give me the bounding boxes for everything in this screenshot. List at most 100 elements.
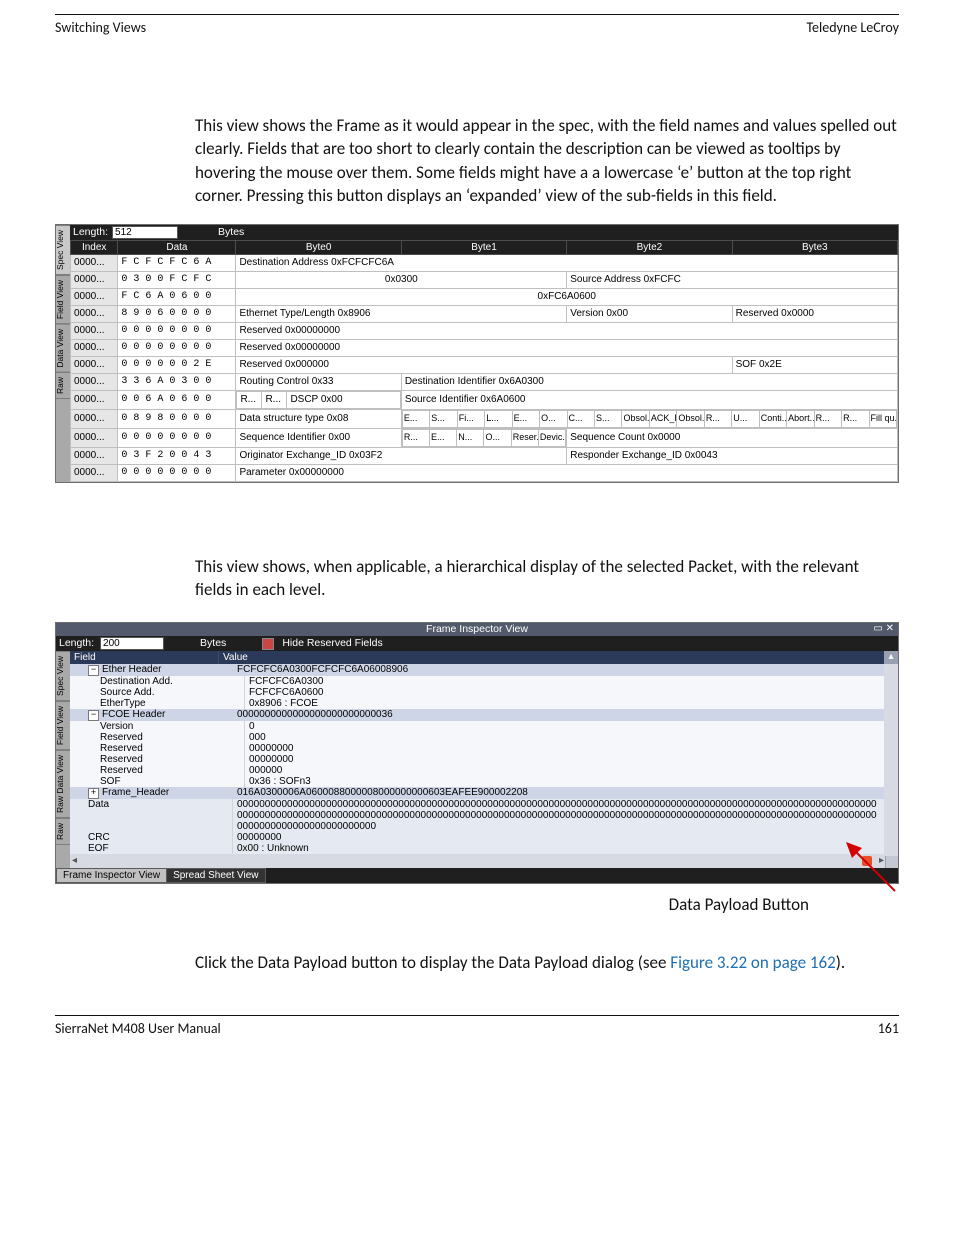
length-input[interactable]: 200 — [100, 637, 164, 650]
tree-value: 0000000000000000000000000000000000000000… — [233, 799, 884, 832]
tree-row[interactable]: +Frame_Header016A0300006A060008800000800… — [70, 787, 898, 799]
table-cell: 0 0 0 0 0 0 2 E — [118, 356, 236, 373]
col-byte0: Byte0 — [236, 240, 401, 254]
tree-row[interactable]: Reserved000000 — [70, 765, 898, 776]
table-cell: 0000... — [71, 271, 118, 288]
tab-frame-inspector-view[interactable]: Frame Inspector View — [56, 868, 167, 883]
maximize-icon[interactable]: ▭ — [873, 623, 882, 634]
scroll-left-icon[interactable]: ◂ — [72, 855, 77, 866]
tree-row[interactable]: −Ether HeaderFCFCFC6A0300FCFCFC6A0600890… — [70, 664, 898, 676]
col-byte3: Byte3 — [732, 240, 897, 254]
tree-row[interactable]: EtherType0x8906 : FCOE — [70, 698, 898, 709]
scroll-up-icon[interactable]: ▴ — [884, 651, 898, 664]
table-cell: Originator Exchange_ID 0x03F2 — [236, 447, 567, 464]
table-cell: Destination Identifier 0x6A0300 — [401, 373, 897, 390]
tree-row[interactable]: Source Add.FCFCFC6A0600 — [70, 687, 898, 698]
tree-field: +Frame_Header — [70, 787, 233, 799]
close-icon[interactable]: ✕ — [886, 623, 894, 634]
collapse-icon[interactable]: − — [88, 710, 99, 721]
table-cell: 3 3 6 A 0 3 0 0 — [118, 373, 236, 390]
tree-field: SOF — [70, 776, 245, 787]
data-payload-button[interactable] — [862, 856, 872, 866]
length-label: Length: — [59, 638, 94, 650]
scrollbar-track[interactable] — [884, 843, 898, 854]
hide-reserved-label: Hide Reserved Fields — [282, 638, 382, 650]
tree-row[interactable]: EOF0x00 : Unknown — [70, 843, 898, 854]
table-cell: R...E...N...O...Reser...Devic... — [401, 428, 566, 447]
table-row: 0000...0 8 9 8 0 0 0 0Data structure typ… — [71, 409, 898, 428]
tree-row[interactable]: Reserved00000000 — [70, 743, 898, 754]
tree-value: 000000 — [245, 765, 884, 776]
scrollbar-track[interactable] — [884, 687, 898, 698]
col-data: Data — [118, 240, 236, 254]
table-cell: 0 0 0 0 0 0 0 0 — [118, 339, 236, 356]
scrollbar-track[interactable] — [884, 698, 898, 709]
tree-field: CRC — [70, 832, 233, 843]
side-tab-raw-data-view[interactable]: Raw Data View — [56, 750, 70, 818]
side-tab-spec-view[interactable]: Spec View — [56, 225, 70, 275]
tree-value: 000 — [245, 732, 884, 743]
side-tab-raw[interactable]: Raw — [56, 372, 70, 399]
tree-row[interactable]: Data000000000000000000000000000000000000… — [70, 799, 898, 832]
tree-value: 0x36 : SOFn3 — [245, 776, 884, 787]
table-cell: Ethernet Type/Length 0x8906 — [236, 305, 567, 322]
side-tab-spec-view[interactable]: Spec View — [56, 651, 70, 701]
scrollbar-track[interactable] — [884, 664, 898, 676]
hide-reserved-checkbox[interactable] — [262, 638, 274, 650]
table-cell: 0x0300 — [236, 271, 567, 288]
tree-value: FCFCFC6A0300FCFCFC6A06008906 — [233, 664, 884, 676]
table-cell: 0 3 F 2 0 0 4 3 — [118, 447, 236, 464]
scrollbar-track[interactable] — [884, 676, 898, 687]
scrollbar-track[interactable] — [884, 765, 898, 776]
table-cell: Data structure type 0x08 — [236, 409, 401, 428]
tree-field: Reserved — [70, 765, 245, 776]
tree-field: Destination Add. — [70, 676, 245, 687]
scrollbar-track[interactable] — [884, 787, 898, 799]
table-cell: 0 3 0 0 F C F C — [118, 271, 236, 288]
tab-spread-sheet-view[interactable]: Spread Sheet View — [166, 868, 265, 883]
tree-row[interactable]: Destination Add.FCFCFC6A0300 — [70, 676, 898, 687]
scrollbar-track[interactable] — [884, 832, 898, 843]
tree-field: −FCOE Header — [70, 709, 233, 721]
scrollbar-track[interactable] — [884, 743, 898, 754]
table-cell: 0000... — [71, 373, 118, 390]
tree-field: Source Add. — [70, 687, 245, 698]
scroll-right-icon[interactable]: ▸ — [879, 855, 884, 866]
expand-icon[interactable]: + — [88, 788, 99, 799]
side-tab-raw[interactable]: Raw — [56, 818, 70, 845]
tree-value: 00000000 — [245, 754, 884, 765]
table-cell: Parameter 0x00000000 — [236, 464, 898, 481]
tree-row[interactable]: Reserved000 — [70, 732, 898, 743]
table-cell: E...S...Fi...L...E...O...C...S...Obsol..… — [401, 409, 897, 428]
side-tab-field-view[interactable]: Field View — [56, 701, 70, 750]
table-cell: Destination Address 0xFCFCFC6A — [236, 254, 898, 271]
resize-grip-icon[interactable] — [885, 856, 898, 868]
scrollbar-track[interactable] — [884, 776, 898, 787]
table-row: 0000...3 3 6 A 0 3 0 0Routing Control 0x… — [71, 373, 898, 390]
table-cell: Responder Exchange_ID 0x0043 — [567, 447, 898, 464]
table-row: 0000...0 0 0 0 0 0 0 0Sequence Identifie… — [71, 428, 898, 447]
scrollbar-track[interactable] — [884, 732, 898, 743]
side-tab-data-view[interactable]: Data View — [56, 324, 70, 373]
table-cell: 0000... — [71, 447, 118, 464]
length-input[interactable]: 512 — [112, 226, 178, 239]
tree-row[interactable]: Reserved00000000 — [70, 754, 898, 765]
side-tab-field-view[interactable]: Field View — [56, 275, 70, 324]
collapse-icon[interactable]: − — [88, 665, 99, 676]
col-field: Field — [70, 651, 219, 664]
scrollbar-track[interactable] — [884, 799, 898, 832]
tree-field: EtherType — [70, 698, 245, 709]
tree-row[interactable]: SOF0x36 : SOFn3 — [70, 776, 898, 787]
scrollbar-track[interactable] — [884, 709, 898, 721]
tree-field: EOF — [70, 843, 233, 854]
tree-row[interactable]: Version0 — [70, 721, 898, 732]
table-row: 0000...0 0 0 0 0 0 0 0Reserved 0x0000000… — [71, 339, 898, 356]
scrollbar-track[interactable] — [884, 721, 898, 732]
paragraph-3: Click the Data Payload button to display… — [195, 951, 899, 974]
tree-row[interactable]: −FCOE Header0000000000000000000000000036 — [70, 709, 898, 721]
table-row: 0000...0 0 0 0 0 0 0 0Parameter 0x000000… — [71, 464, 898, 481]
figure-link[interactable]: Figure 3.22 on page 162 — [670, 952, 835, 973]
scrollbar-track[interactable] — [884, 754, 898, 765]
tree-row[interactable]: CRC00000000 — [70, 832, 898, 843]
footer-left: SierraNet M408 User Manual — [55, 1020, 221, 1037]
